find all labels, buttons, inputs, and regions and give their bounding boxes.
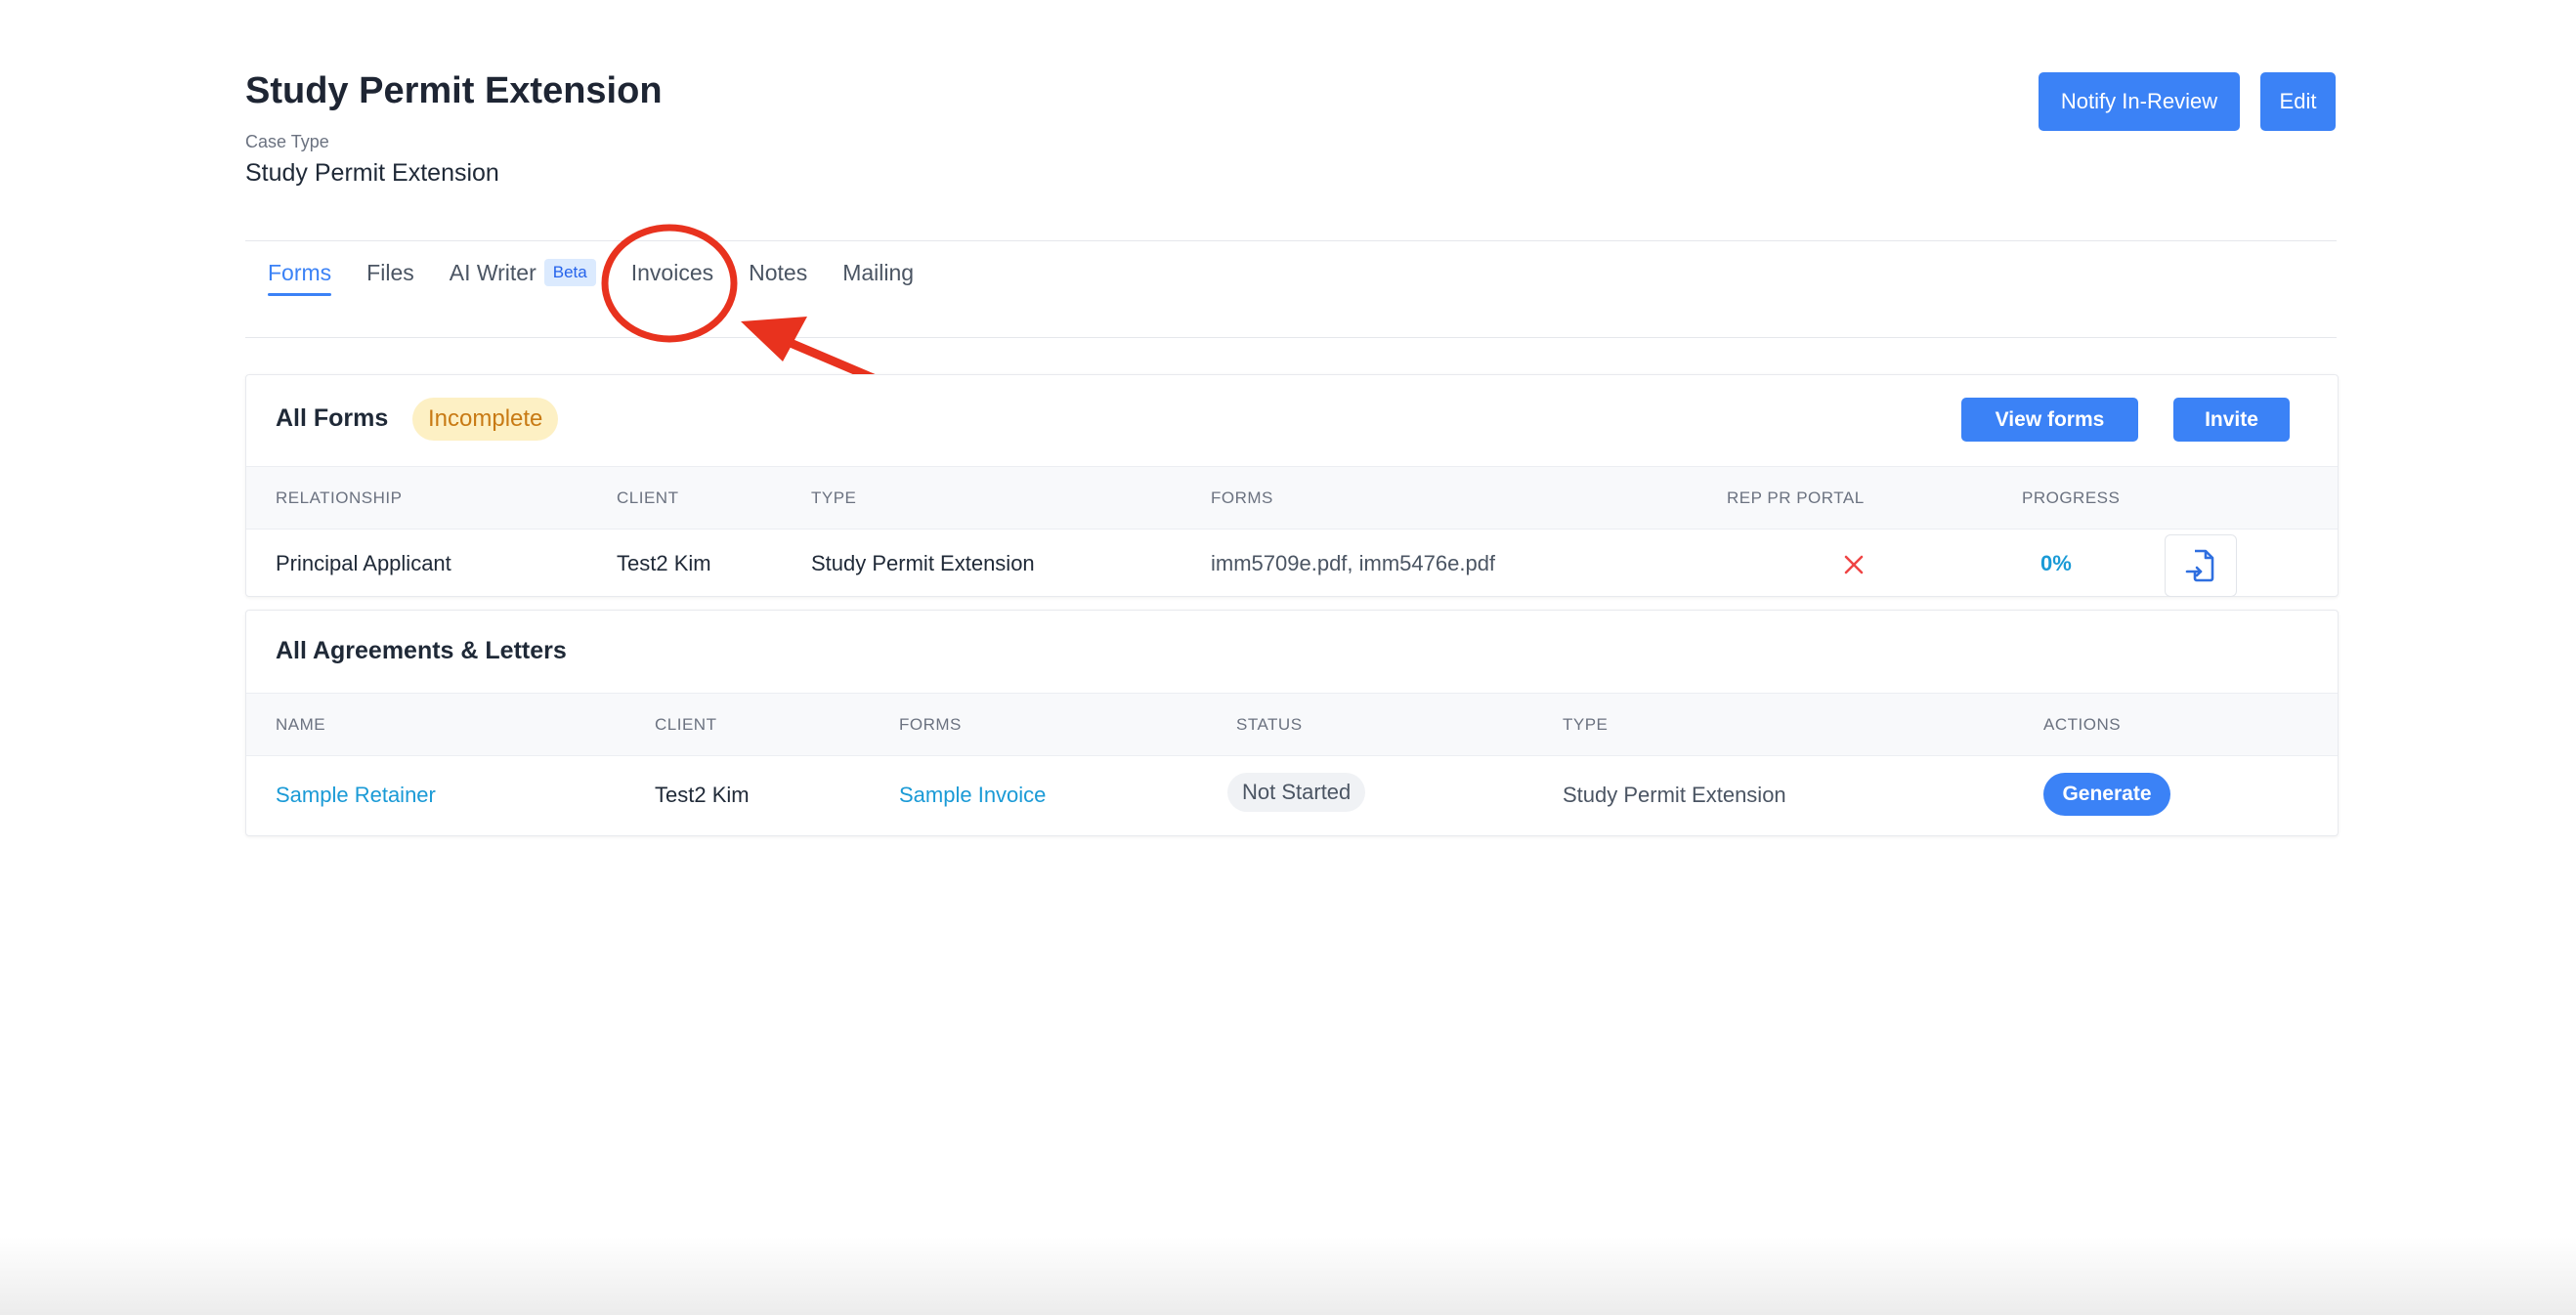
view-forms-button[interactable]: View forms bbox=[1961, 398, 2138, 442]
relationship-cell: Principal Applicant bbox=[276, 551, 451, 575]
all-agreements-title: All Agreements & Letters bbox=[276, 637, 567, 664]
type-cell: Study Permit Extension bbox=[1563, 783, 1786, 807]
divider bbox=[245, 337, 2337, 338]
file-import-button[interactable] bbox=[2165, 534, 2237, 597]
column-header: FORMS bbox=[899, 715, 962, 734]
bottom-shadow bbox=[0, 1237, 2576, 1315]
column-header: CLIENT bbox=[617, 488, 679, 507]
tab-bar: Forms Files AI Writer Beta Invoices Note… bbox=[268, 256, 949, 301]
column-header: TYPE bbox=[1563, 715, 1609, 734]
column-header: RELATIONSHIP bbox=[276, 488, 403, 507]
beta-badge: Beta bbox=[543, 259, 596, 286]
column-header: REP PR PORTAL bbox=[1727, 488, 1865, 507]
table-header: NAME CLIENT FORMS STATUS TYPE ACTIONS bbox=[246, 693, 2338, 756]
table-header: RELATIONSHIP CLIENT TYPE FORMS REP PR PO… bbox=[246, 466, 2338, 530]
tab-mailing-label: Mailing bbox=[842, 259, 915, 285]
tab-notes[interactable]: Notes bbox=[749, 256, 807, 289]
tab-mailing[interactable]: Mailing bbox=[842, 256, 914, 289]
progress-cell: 0% bbox=[2040, 551, 2072, 575]
tab-files[interactable]: Files bbox=[366, 256, 414, 289]
status-badge: Incomplete bbox=[412, 398, 559, 441]
column-header: CLIENT bbox=[655, 715, 717, 734]
forms-link[interactable]: Sample Invoice bbox=[899, 783, 1046, 808]
column-header: PROGRESS bbox=[2022, 488, 2121, 507]
tab-forms-label: Forms bbox=[268, 259, 332, 285]
tab-ai-writer-label: AI Writer bbox=[449, 259, 537, 285]
tab-invoices-label: Invoices bbox=[630, 259, 714, 285]
invite-button[interactable]: Invite bbox=[2173, 398, 2290, 442]
all-forms-title: All Forms bbox=[276, 404, 389, 432]
x-icon bbox=[1844, 555, 1864, 574]
case-type-value: Study Permit Extension bbox=[245, 159, 499, 187]
tab-forms[interactable]: Forms bbox=[268, 256, 332, 296]
column-header: FORMS bbox=[1211, 488, 1273, 507]
page-title: Study Permit Extension bbox=[245, 70, 663, 111]
notify-in-review-button[interactable]: Notify In-Review bbox=[2039, 72, 2240, 131]
client-cell: Test2 Kim bbox=[655, 783, 750, 807]
status-badge: Not Started bbox=[1227, 773, 1366, 812]
case-type-label: Case Type bbox=[245, 132, 329, 151]
column-header: STATUS bbox=[1236, 715, 1303, 734]
divider bbox=[245, 240, 2337, 241]
edit-button[interactable]: Edit bbox=[2260, 72, 2336, 131]
file-import-icon bbox=[2185, 549, 2214, 582]
column-header: ACTIONS bbox=[2043, 715, 2122, 734]
tab-notes-label: Notes bbox=[749, 259, 808, 285]
tab-invoices[interactable]: Invoices bbox=[631, 256, 713, 289]
column-header: NAME bbox=[276, 715, 326, 734]
tab-ai-writer[interactable]: AI Writer Beta bbox=[450, 256, 596, 289]
all-forms-card: All Forms Incomplete View forms Invite R… bbox=[245, 374, 2339, 597]
client-cell: Test2 Kim bbox=[617, 551, 711, 575]
all-agreements-card: All Agreements & Letters NAME CLIENT FOR… bbox=[245, 610, 2339, 836]
forms-cell: imm5709e.pdf, imm5476e.pdf bbox=[1211, 551, 1496, 575]
column-header: TYPE bbox=[811, 488, 857, 507]
generate-button[interactable]: Generate bbox=[2043, 773, 2170, 816]
agreement-name-link[interactable]: Sample Retainer bbox=[276, 783, 436, 808]
tab-files-label: Files bbox=[366, 259, 414, 285]
type-cell: Study Permit Extension bbox=[811, 551, 1035, 575]
annotation-arrow-head bbox=[741, 317, 807, 361]
